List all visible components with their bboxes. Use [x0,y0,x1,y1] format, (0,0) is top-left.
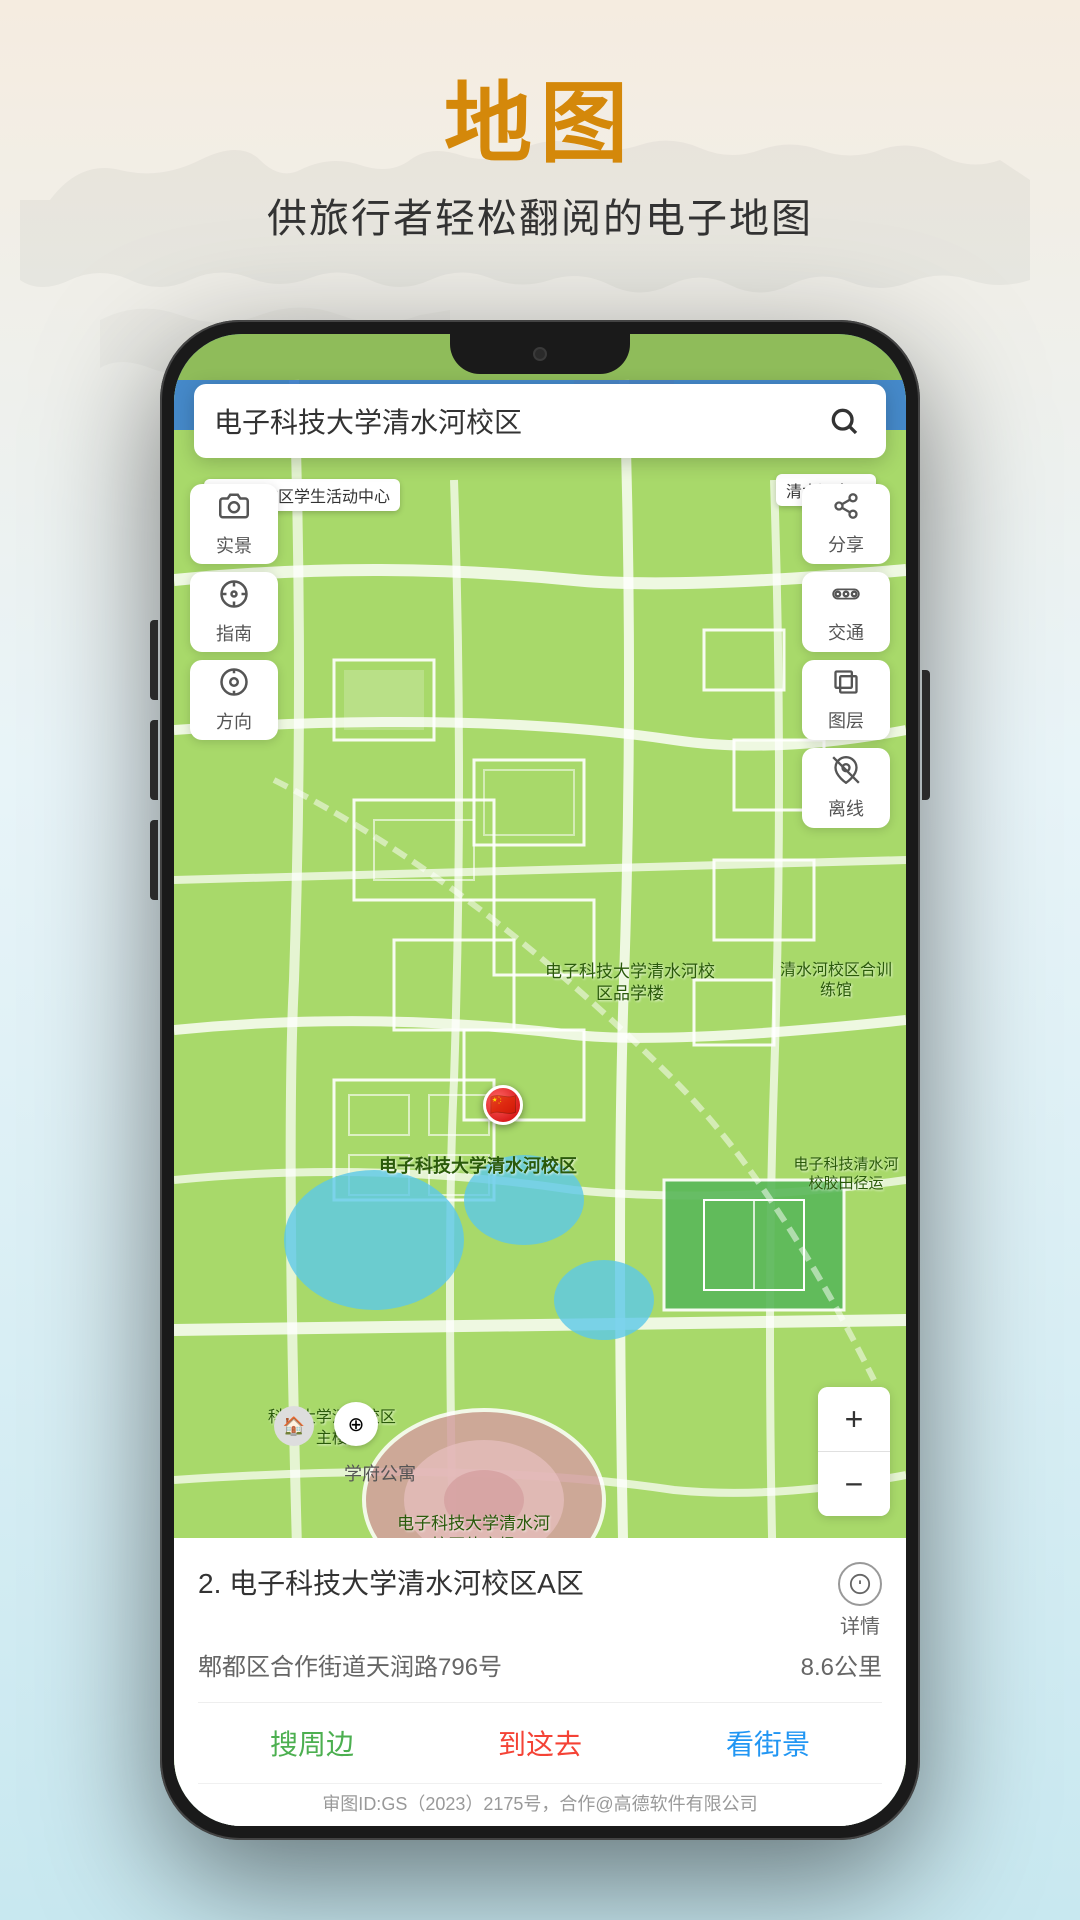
offline-label: 离线 [828,795,864,821]
direction-button[interactable]: 方向 [190,660,278,740]
layers-icon [832,668,860,703]
location-title: 2. 电子科技大学清水河校区A区 [198,1562,822,1602]
action-buttons: 搜周边 到这去 看街景 [198,1702,882,1783]
traffic-label: 交通 [828,619,864,645]
page-title-section: 地图 供旅行者轻松翻阅的电子地图 [0,0,1080,244]
right-toolbar: 分享 交通 [802,484,890,828]
camera-icon [219,491,249,528]
camera-dot [533,347,547,361]
map-area[interactable]: 电子科技大学 清水河校区学生活动中心 清水河丰四 🇨🇳 [174,334,906,1826]
location-distance: 8.6公里 [801,1647,882,1682]
search-nearby-button[interactable]: 搜周边 [198,1703,426,1783]
direction-icon [219,667,249,704]
location-card: 2. 电子科技大学清水河校区A区 详情 [174,1538,906,1826]
compass-icon [219,579,249,616]
direction-label: 方向 [216,708,252,734]
location-address: 郫都区合作街道天润路796号 [198,1647,502,1682]
search-button[interactable] [822,399,866,443]
campus-label-jiaotian: 电子科技清水河校胶田径运 [791,1155,901,1194]
share-icon [832,492,860,527]
navigate-button[interactable]: 到这去 [426,1703,654,1783]
search-input[interactable]: 电子科技大学清水河校区 [214,401,822,441]
search-bar[interactable]: 电子科技大学清水河校区 [194,384,886,458]
page-title-main: 地图 [0,80,1080,168]
panorama-button[interactable]: 实景 [190,484,278,564]
home-location-icon[interactable]: 🏠 [274,1406,314,1446]
phone-screen: 电子科技大学 清水河校区学生活动中心 清水河丰四 🇨🇳 [174,334,906,1826]
phone-mockup: 电子科技大学 清水河校区学生活动中心 清水河丰四 🇨🇳 [160,320,920,1840]
compass-indicator[interactable]: ⊕ [334,1402,378,1446]
traffic-button[interactable]: 交通 [802,572,890,652]
zoom-in-button[interactable]: + [818,1387,890,1451]
campus-label-pinxue: 电子科技大学清水河校区品学楼 [540,961,720,1005]
compass-label: 指南 [216,620,252,646]
zoom-controls[interactable]: + − [818,1387,890,1516]
xuefugongyu-label: 学府公寓 [344,1460,416,1486]
campus-label-main: 电子科技大学清水河校区 [379,1155,577,1178]
map-pin: 🇨🇳 [483,1085,523,1125]
left-toolbar: 实景 指南 [190,484,278,740]
zoom-out-button[interactable]: − [818,1452,890,1516]
page-title-sub: 供旅行者轻松翻阅的电子地图 [0,186,1080,244]
copyright-text: 审图ID:GS（2023）2175号，合作@高德软件有限公司 [322,1794,757,1814]
phone-outer: 电子科技大学 清水河校区学生活动中心 清水河丰四 🇨🇳 [160,320,920,1840]
detail-label: 详情 [840,1610,880,1639]
street-view-button[interactable]: 看街景 [654,1703,882,1783]
share-label: 分享 [828,531,864,557]
detail-button[interactable]: 详情 [838,1562,882,1639]
layers-label: 图层 [828,707,864,733]
info-icon [838,1562,882,1606]
copyright-bar: 审图ID:GS（2023）2175号，合作@高德软件有限公司 [198,1783,882,1826]
traffic-icon [832,580,860,615]
layers-button[interactable]: 图层 [802,660,890,740]
share-button[interactable]: 分享 [802,484,890,564]
location-card-main: 2. 电子科技大学清水河校区A区 详情 [198,1562,882,1639]
phone-notch [450,334,630,374]
campus-label-hetun: 清水河校区合训练馆 [776,961,896,1003]
offline-button[interactable]: 离线 [802,748,890,828]
offline-icon [832,756,860,791]
location-address-row: 郫都区合作街道天润路796号 8.6公里 [198,1647,882,1682]
compass-button[interactable]: 指南 [190,572,278,652]
panorama-label: 实景 [216,532,252,558]
